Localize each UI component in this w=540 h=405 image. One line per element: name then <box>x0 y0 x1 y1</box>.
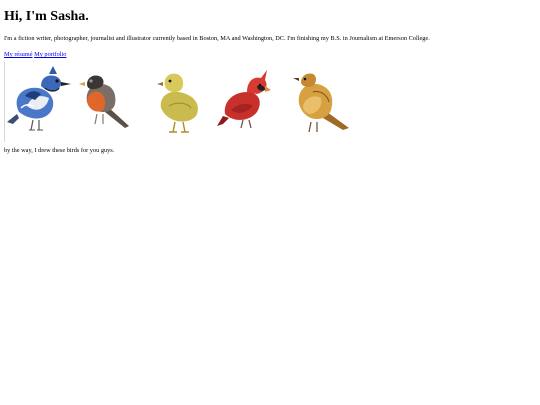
blue-jay-illustration <box>7 66 71 131</box>
robin-illustration <box>79 75 129 128</box>
resume-link[interactable]: My résumé <box>4 51 33 58</box>
bird-illustrations <box>4 62 365 142</box>
page-content: Hi, I'm Sasha. I'm a fiction writer, pho… <box>0 0 540 155</box>
intro-paragraph: I'm a fiction writer, photographer, jour… <box>4 35 430 42</box>
duckling-illustration <box>157 73 198 133</box>
bird-note: by the way, I drew these birds for you g… <box>4 147 115 154</box>
sparrow-illustration <box>293 73 349 133</box>
link-row: My résumé My portfolio <box>4 50 536 59</box>
page-title: Hi, I'm Sasha. <box>4 9 89 24</box>
cardinal-illustration <box>217 70 271 129</box>
portfolio-link[interactable]: My portfolio <box>34 51 66 58</box>
